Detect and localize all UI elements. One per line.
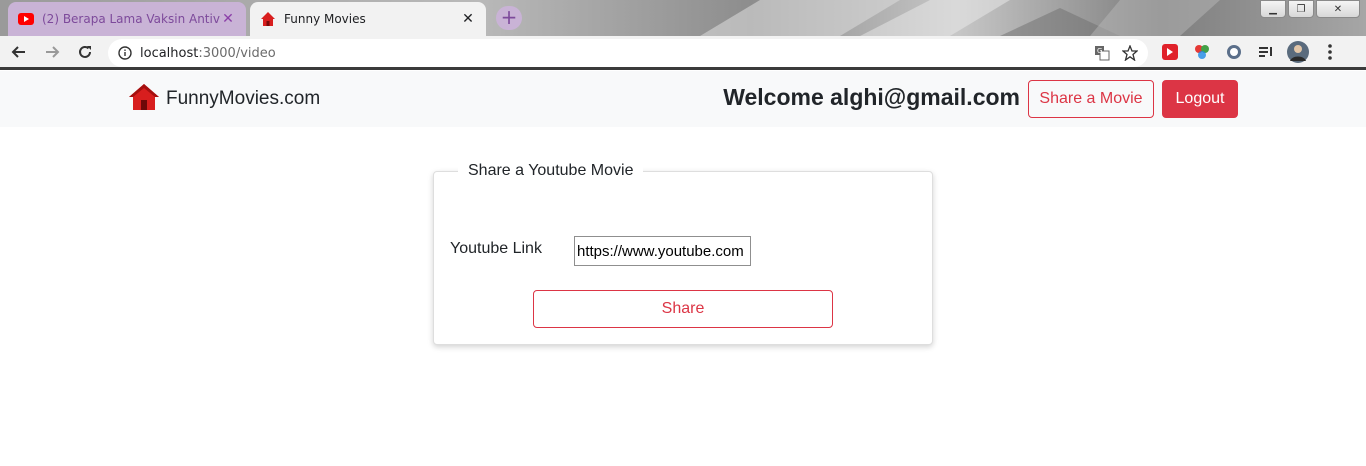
brand-name: FunnyMovies.com	[166, 88, 321, 109]
restore-button[interactable]: ❐	[1288, 0, 1314, 18]
profile-avatar[interactable]	[1286, 40, 1310, 64]
tab-youtube[interactable]: (2) Berapa Lama Vaksin Antivirus ✕	[8, 2, 246, 36]
share-button[interactable]: Share	[533, 290, 833, 328]
bookmark-star-icon[interactable]	[1120, 43, 1140, 63]
brand-link[interactable]: FunnyMovies.com	[128, 83, 320, 115]
youtube-link-input[interactable]	[574, 236, 751, 266]
youtube-link-label: Youtube Link	[450, 240, 542, 257]
reload-button[interactable]	[71, 38, 99, 66]
window-controls: ▁ ❐ ✕	[1260, 0, 1360, 18]
browser-toolbar: localhost:3000/video G	[0, 36, 1366, 70]
tab-close-icon[interactable]: ✕	[460, 11, 476, 27]
url-text: localhost:3000/video	[140, 46, 1092, 61]
circle-extension-icon[interactable]	[1222, 40, 1246, 64]
tab-funny-movies[interactable]: Funny Movies ✕	[250, 2, 486, 36]
color-picker-extension-icon[interactable]	[1190, 40, 1214, 64]
back-button[interactable]	[5, 38, 33, 66]
form-legend: Share a Youtube Movie	[458, 162, 644, 180]
forward-arrow-icon	[46, 45, 60, 58]
extensions-area	[1158, 40, 1342, 64]
new-tab-button[interactable]: +	[496, 6, 522, 30]
house-icon	[128, 83, 160, 115]
logout-button[interactable]: Logout	[1162, 80, 1238, 118]
tab-title: (2) Berapa Lama Vaksin Antivirus	[42, 12, 220, 26]
svg-text:G: G	[1097, 47, 1102, 55]
address-bar[interactable]: localhost:3000/video G	[108, 39, 1148, 67]
video-downloader-extension-icon[interactable]	[1158, 40, 1182, 64]
share-movie-button[interactable]: Share a Movie	[1028, 80, 1154, 118]
minimize-button[interactable]: ▁	[1260, 0, 1286, 18]
browser-tab-strip: (2) Berapa Lama Vaksin Antivirus ✕ Funny…	[0, 0, 1366, 36]
media-queue-icon[interactable]	[1254, 40, 1278, 64]
close-window-button[interactable]: ✕	[1316, 0, 1360, 18]
site-navbar: FunnyMovies.com Welcome alghi@gmail.com …	[0, 71, 1366, 127]
share-movie-form: Share a Youtube Movie Youtube Link Share	[433, 162, 933, 345]
translate-icon[interactable]: G	[1092, 43, 1112, 63]
reload-icon	[79, 45, 91, 58]
tab-title: Funny Movies	[284, 12, 366, 26]
back-arrow-icon	[11, 45, 25, 58]
info-icon	[118, 46, 132, 60]
forward-button[interactable]	[38, 38, 66, 66]
tab-close-icon[interactable]: ✕	[220, 11, 236, 27]
url-host: localhost	[140, 45, 199, 61]
house-icon	[260, 11, 276, 27]
welcome-message: Welcome alghi@gmail.com	[723, 84, 1020, 110]
youtube-icon	[18, 11, 34, 27]
menu-kebab-icon[interactable]	[1318, 40, 1342, 64]
url-path: :3000/video	[198, 45, 276, 61]
